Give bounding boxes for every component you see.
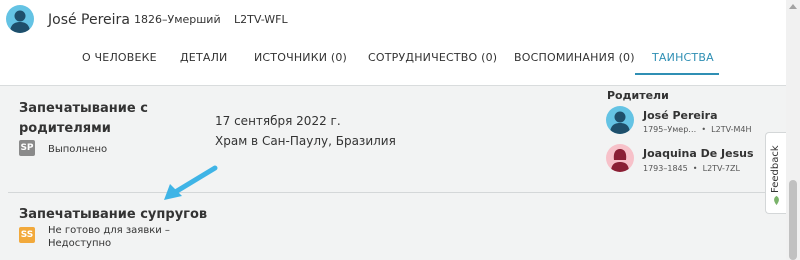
ordinance-badge-ss: SS bbox=[19, 227, 35, 243]
active-tab-indicator bbox=[635, 73, 719, 75]
tab-sources[interactable]: ИСТОЧНИКИ (0) bbox=[254, 51, 347, 64]
mother-name[interactable]: Joaquina De Jesus bbox=[643, 147, 754, 160]
mother-id[interactable]: L2TV-7ZL bbox=[703, 164, 740, 173]
ordinance-badge-sp: SP bbox=[19, 140, 35, 156]
person-avatar[interactable] bbox=[6, 5, 34, 33]
ordinance-date: 17 сентября 2022 г. bbox=[215, 114, 341, 128]
mother-meta: 1793–1845 • L2TV-7ZL bbox=[643, 164, 740, 173]
ordinance-title-line: родителями bbox=[19, 121, 111, 136]
ordinance-status: Выполнено bbox=[48, 144, 108, 155]
feedback-label: Feedback bbox=[770, 145, 781, 193]
ordinance-divider bbox=[8, 192, 786, 193]
tab-collaborate[interactable]: СОТРУДНИЧЕСТВО (0) bbox=[368, 51, 497, 64]
parents-heading: Родители bbox=[607, 89, 669, 102]
person-id[interactable]: L2TV-WFL bbox=[234, 13, 288, 26]
scroll-up-arrow-icon[interactable] bbox=[789, 4, 797, 9]
feedback-button[interactable]: Feedback bbox=[765, 132, 788, 214]
scrollbar-thumb[interactable] bbox=[789, 180, 797, 260]
ordinance-title-line: Запечатывание с bbox=[19, 101, 148, 116]
person-lifespan: 1826–Умерший bbox=[134, 13, 221, 26]
male-silhouette-icon bbox=[610, 111, 630, 134]
ordinances-panel: Запечатывание с родителями SP Выполнено … bbox=[0, 86, 786, 260]
father-avatar[interactable] bbox=[606, 106, 634, 134]
ordinance-temple: Храм в Сан-Паулу, Бразилия bbox=[215, 134, 396, 148]
father-meta: 1795–Умер… • L2TV-M4H bbox=[643, 125, 752, 134]
status-line: Недоступно bbox=[48, 238, 112, 249]
vertical-scrollbar[interactable] bbox=[786, 0, 800, 260]
tab-about[interactable]: О ЧЕЛОВЕКЕ bbox=[82, 51, 157, 64]
person-header: José Pereira 1826–Умерший L2TV-WFL О ЧЕЛ… bbox=[0, 0, 800, 86]
annotation-arrow-icon bbox=[164, 165, 218, 200]
tab-ordinances[interactable]: ТАИНСТВА bbox=[652, 51, 714, 64]
person-name: José Pereira bbox=[48, 12, 130, 28]
ordinance-status: Не готово для заявки – Недоступно bbox=[48, 224, 170, 250]
tab-memories[interactable]: ВОСПОМИНАНИЯ (0) bbox=[514, 51, 635, 64]
ordinance-title: Запечатывание с родителями bbox=[19, 99, 148, 139]
tab-details[interactable]: ДЕТАЛИ bbox=[180, 51, 228, 64]
female-silhouette-icon bbox=[611, 149, 629, 172]
father-id[interactable]: L2TV-M4H bbox=[711, 125, 751, 134]
tab-bar: О ЧЕЛОВЕКЕ ДЕТАЛИ ИСТОЧНИКИ (0) СОТРУДНИ… bbox=[0, 44, 800, 86]
father-years: 1795–Умер… bbox=[643, 125, 697, 134]
male-silhouette-icon bbox=[10, 10, 30, 33]
ordinance-title: Запечатывание супругов bbox=[19, 207, 208, 222]
mother-years: 1793–1845 bbox=[643, 164, 688, 173]
father-name[interactable]: José Pereira bbox=[643, 109, 718, 122]
mother-avatar[interactable] bbox=[606, 144, 634, 172]
status-line: Не готово для заявки – bbox=[48, 225, 170, 236]
feedback-leaf-icon bbox=[774, 195, 779, 206]
